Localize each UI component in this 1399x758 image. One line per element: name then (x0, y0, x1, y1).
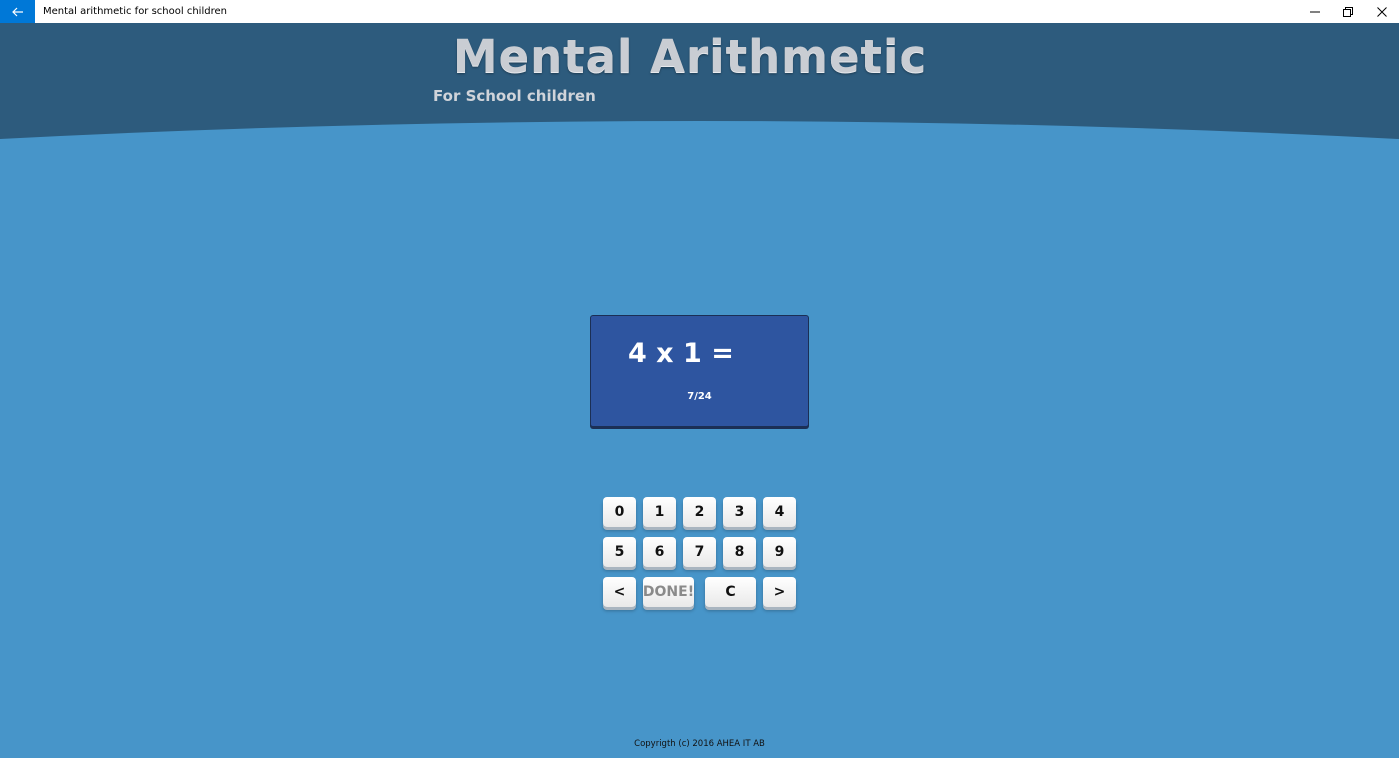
copyright-text: Copyrigth (c) 2016 AHEA IT AB (634, 739, 765, 749)
clear-button[interactable]: C (705, 577, 756, 607)
minimize-button[interactable] (1298, 0, 1332, 23)
key-2[interactable]: 2 (683, 497, 716, 527)
key-8[interactable]: 8 (723, 537, 756, 567)
close-button[interactable] (1365, 0, 1399, 23)
key-6[interactable]: 6 (643, 537, 676, 567)
done-button[interactable]: DONE! (643, 577, 694, 607)
title-bar: Mental arithmetic for school children (0, 0, 1399, 23)
back-button[interactable] (0, 0, 35, 23)
key-1[interactable]: 1 (643, 497, 676, 527)
window-title: Mental arithmetic for school children (43, 6, 227, 17)
restore-icon (1343, 6, 1353, 17)
question-progress: 7/24 (687, 391, 712, 402)
key-4[interactable]: 4 (763, 497, 796, 527)
key-3[interactable]: 3 (723, 497, 756, 527)
key-9[interactable]: 9 (763, 537, 796, 567)
arrow-left-icon (11, 7, 23, 16)
prev-button[interactable]: < (603, 577, 636, 607)
app-window: Mental arithmetic for school children Me… (0, 0, 1399, 758)
key-0[interactable]: 0 (603, 497, 636, 527)
key-5[interactable]: 5 (603, 537, 636, 567)
question-card: 4 x 1 = 7/24 (590, 315, 809, 427)
app-title: Mental Arithmetic (452, 30, 928, 83)
minimize-icon (1310, 11, 1320, 12)
question-expression: 4 x 1 = (628, 338, 734, 369)
restore-button[interactable] (1331, 0, 1365, 23)
close-icon (1377, 6, 1387, 17)
app-subtitle: For School children (433, 87, 596, 105)
key-7[interactable]: 7 (683, 537, 716, 567)
next-button[interactable]: > (763, 577, 796, 607)
